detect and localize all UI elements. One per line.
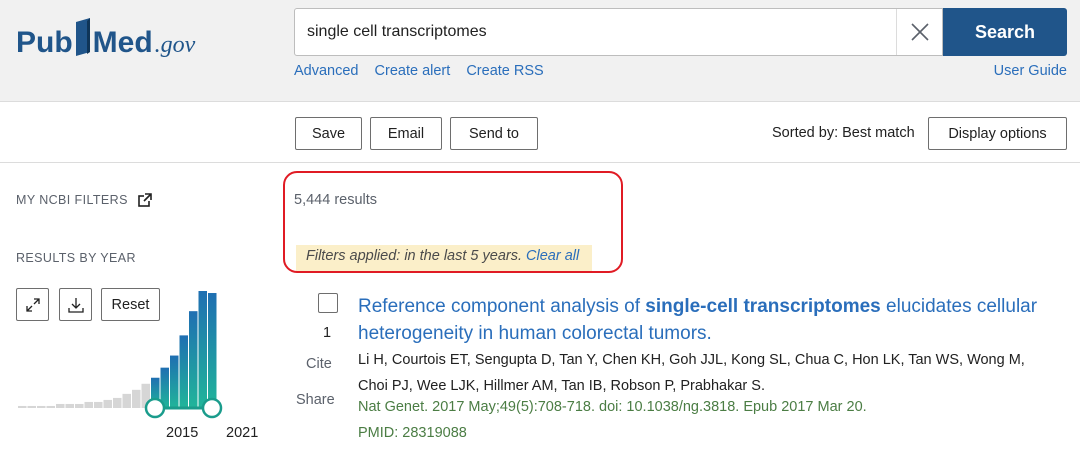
year-range-end: 2021 xyxy=(226,425,259,441)
year-bar[interactable] xyxy=(75,403,84,408)
year-bar[interactable] xyxy=(56,403,65,408)
title-highlight: single-cell transcriptomes xyxy=(645,296,881,317)
results-toolbar: Save Email Send to Sorted by: Best match… xyxy=(0,103,1080,163)
year-bar[interactable] xyxy=(84,401,94,408)
search-box xyxy=(294,8,943,56)
year-bar[interactable] xyxy=(179,335,189,408)
external-link-icon xyxy=(138,193,152,207)
advanced-link[interactable]: Advanced xyxy=(294,63,359,79)
display-options-button[interactable]: Display options xyxy=(928,117,1067,150)
range-handle-start[interactable] xyxy=(144,397,166,419)
result-select-checkbox[interactable] xyxy=(318,293,338,313)
annotation-highlight xyxy=(283,171,623,273)
year-bar[interactable] xyxy=(132,389,141,408)
year-range-start: 2015 xyxy=(166,425,199,441)
logo-gov-text: .gov xyxy=(154,32,196,58)
save-button[interactable]: Save xyxy=(295,117,362,150)
result-number: 1 xyxy=(323,325,332,341)
article-title-link[interactable]: Reference component analysis of single-c… xyxy=(358,293,1058,347)
year-bar[interactable] xyxy=(65,403,75,408)
pubmed-logo[interactable]: Pub Med .gov xyxy=(16,8,195,58)
search-sublinks: Advanced Create alert Create RSS xyxy=(294,63,556,79)
results-by-year-heading: RESULTS BY YEAR xyxy=(16,251,136,265)
cite-button[interactable]: Cite xyxy=(306,356,332,372)
send-to-button[interactable]: Send to xyxy=(450,117,538,150)
year-bar[interactable] xyxy=(122,393,132,408)
year-bar[interactable] xyxy=(37,405,46,408)
close-icon xyxy=(910,23,929,41)
results-by-year-chart[interactable] xyxy=(14,285,264,445)
email-button[interactable]: Email xyxy=(370,117,442,150)
title-part: Reference component analysis of xyxy=(358,296,646,317)
logo-med-text: Med xyxy=(92,26,153,59)
logo-pub-text: Pub xyxy=(16,26,73,59)
my-ncbi-filters-label: MY NCBI FILTERS xyxy=(16,193,128,207)
article-citation: Nat Genet. 2017 May;49(5):708-718. doi: … xyxy=(358,399,867,415)
search-input[interactable] xyxy=(307,9,887,55)
create-alert-link[interactable]: Create alert xyxy=(375,63,451,79)
year-bar[interactable] xyxy=(189,311,198,408)
year-bar[interactable] xyxy=(170,355,179,408)
clear-search-button[interactable] xyxy=(896,9,942,55)
year-bar[interactable] xyxy=(113,397,122,408)
article-authors: Li H, Courtois ET, Sengupta D, Tan Y, Ch… xyxy=(358,352,1025,394)
year-bar[interactable] xyxy=(103,399,113,408)
range-handle-end[interactable] xyxy=(201,397,223,419)
year-bar[interactable] xyxy=(46,405,56,408)
year-bar[interactable] xyxy=(198,291,208,408)
share-button[interactable]: Share xyxy=(296,392,335,408)
create-rss-link[interactable]: Create RSS xyxy=(466,63,543,79)
header: Pub Med .gov Search Advanced Create aler… xyxy=(0,0,1080,102)
article-pmid: PMID: 28319088 xyxy=(358,425,467,441)
year-bar[interactable] xyxy=(208,293,217,408)
search-button[interactable]: Search xyxy=(943,8,1067,56)
book-icon xyxy=(74,18,92,58)
user-guide-link[interactable]: User Guide xyxy=(994,63,1067,79)
year-bar[interactable] xyxy=(94,401,103,408)
year-bar[interactable] xyxy=(27,405,37,408)
my-ncbi-filters-heading[interactable]: MY NCBI FILTERS xyxy=(16,193,152,207)
sort-label[interactable]: Sorted by: Best match xyxy=(772,125,915,141)
year-bar[interactable] xyxy=(18,405,27,408)
